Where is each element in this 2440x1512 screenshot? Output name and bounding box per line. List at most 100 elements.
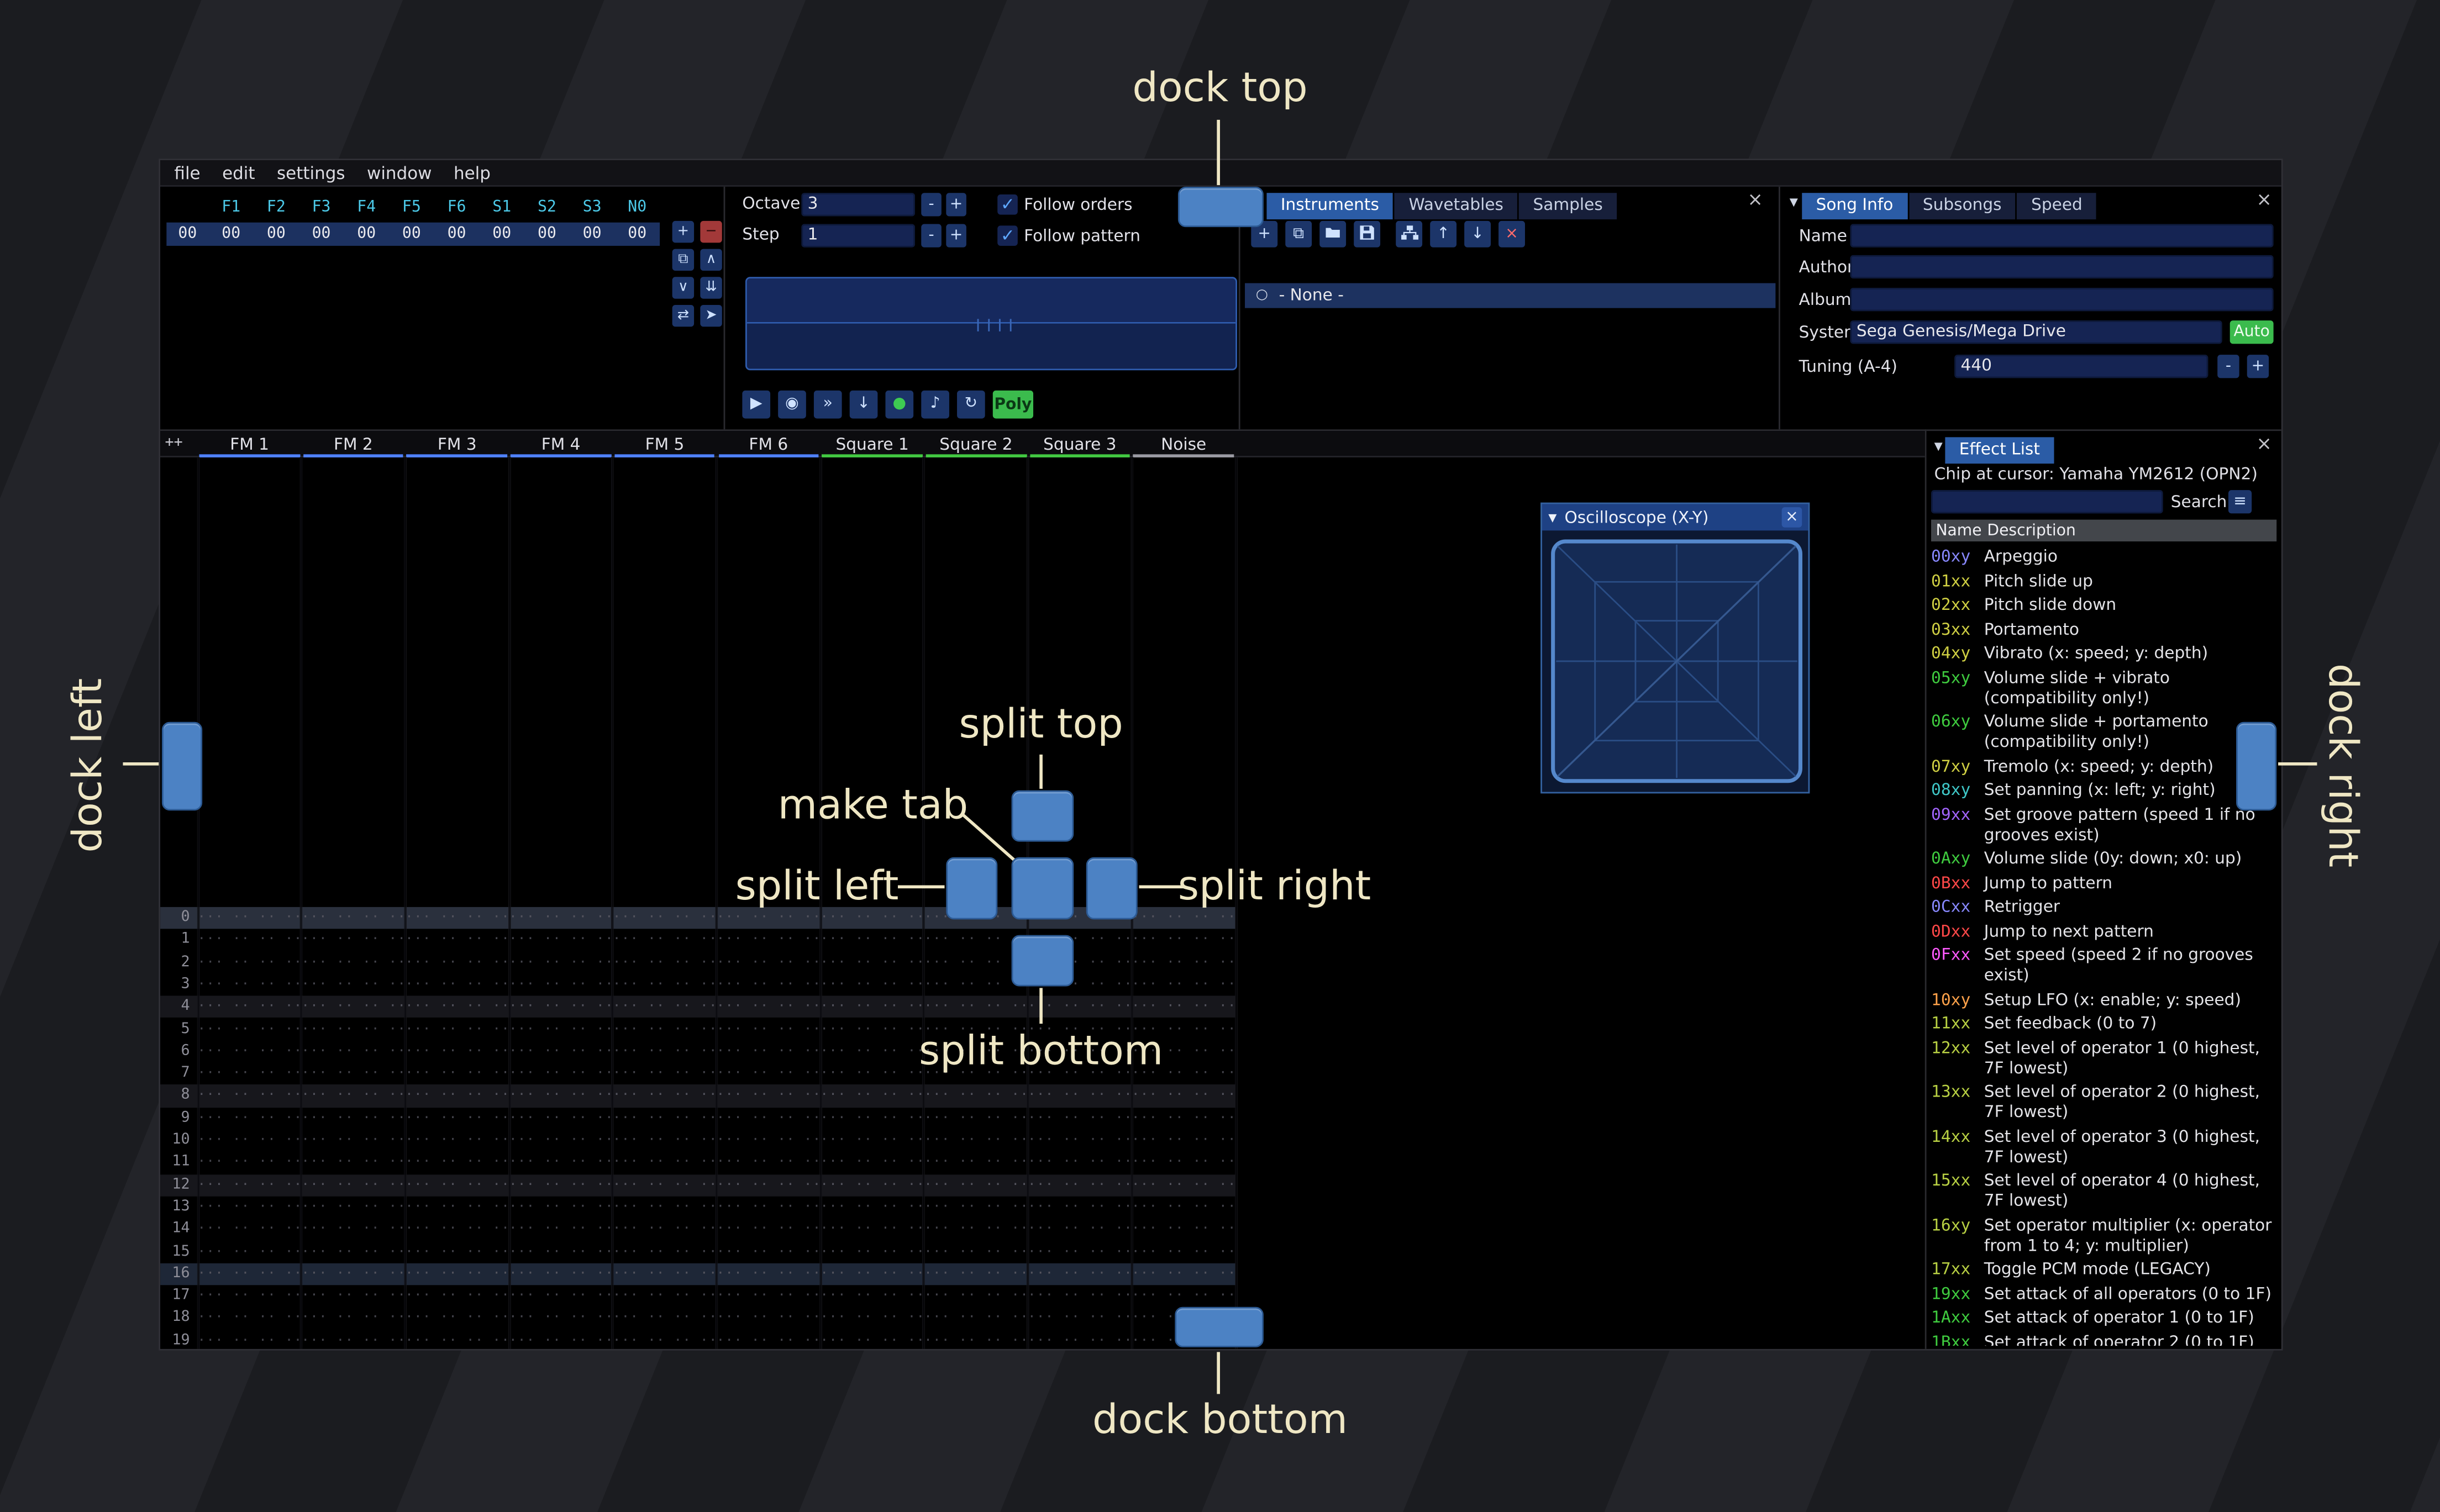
- pattern-cell[interactable]: ··· ·· ·· ····: [198, 1263, 302, 1285]
- menu-item-window[interactable]: window: [356, 162, 443, 183]
- order-cell[interactable]: 00: [570, 223, 615, 245]
- pattern-cell[interactable]: ··· ·· ·· ····: [301, 1219, 405, 1241]
- pattern-cell[interactable]: ··· ·· ·· ····: [821, 1107, 924, 1129]
- effect-row[interactable]: 14xx Set level of operator 3 (0 highest, …: [1931, 1127, 2278, 1167]
- pattern-cell[interactable]: ··· ·· ·· ····: [821, 1241, 924, 1263]
- pattern-cell[interactable]: ··· ·· ·· ····: [613, 1308, 717, 1330]
- dock-right-target[interactable]: [2236, 721, 2277, 811]
- pattern-cell[interactable]: ··· ·· ·· ····: [717, 1018, 821, 1040]
- split-bottom-target[interactable]: [1011, 935, 1074, 987]
- order-column-f4[interactable]: F4: [344, 198, 389, 219]
- pattern-cell[interactable]: ··· ·· ·· ····: [924, 1085, 1028, 1107]
- pattern-row[interactable]: 15 ··· ·· ·· ·· ··· ·· ·· ·· ··· ·· ·· ·· ·· …: [160, 1241, 1235, 1263]
- step-input[interactable]: 1: [801, 224, 915, 247]
- pattern-cell[interactable]: ··· ·· ·· ····: [509, 1018, 613, 1040]
- pattern-cell[interactable]: ··· ·· ·· ····: [509, 1263, 613, 1285]
- pattern-cell[interactable]: ··· ·· ·· ····: [1132, 1130, 1235, 1152]
- pattern-cell[interactable]: ··· ·· ·· ····: [1028, 1196, 1132, 1218]
- play-button[interactable]: ▶: [742, 390, 771, 419]
- instrument-list-item[interactable]: ○ - None -: [1245, 283, 1776, 308]
- pattern-cell[interactable]: ··· ·· ·· ····: [509, 996, 613, 1018]
- pattern-cell[interactable]: ··· ·· ·· ····: [613, 1063, 717, 1085]
- pattern-cell[interactable]: ··· ·· ·· ····: [301, 1152, 405, 1174]
- channel-header-fm-3[interactable]: FM 3: [405, 431, 509, 457]
- pattern-cell[interactable]: ··· ·· ·· ····: [717, 1286, 821, 1308]
- effect-row[interactable]: 05xy Volume slide + vibrato (compatibilit…: [1931, 668, 2278, 709]
- effect-row[interactable]: 0Cxx Retrigger: [1931, 898, 2278, 918]
- song-info-collapse-icon[interactable]: ▼: [1790, 196, 1798, 209]
- pattern-cell[interactable]: ··· ·· ·· ····: [613, 1130, 717, 1152]
- pattern-cell[interactable]: ··· ·· ·· ····: [405, 929, 509, 951]
- pattern-cell[interactable]: ··· ·· ·· ····: [717, 1107, 821, 1129]
- delete-instrument-button[interactable]: ×: [1498, 220, 1525, 247]
- effect-row[interactable]: 17xx Toggle PCM mode (LEGACY): [1931, 1260, 2278, 1281]
- pattern-row[interactable]: 13 ··· ·· ·· ·· ··· ·· ·· ·· ··· ·· ·· ·· ·· …: [160, 1196, 1235, 1218]
- pattern-cell[interactable]: ··· ·· ·· ····: [509, 1308, 613, 1330]
- pattern-cell[interactable]: ··· ·· ·· ····: [198, 1286, 302, 1308]
- pattern-cell[interactable]: ··· ·· ·· ····: [509, 1152, 613, 1174]
- pattern-cell[interactable]: ··· ·· ·· ····: [821, 1219, 924, 1241]
- pattern-cell[interactable]: ··· ·· ·· ····: [821, 1330, 924, 1349]
- pattern-cell[interactable]: ··· ·· ·· ····: [405, 1041, 509, 1063]
- pattern-cell[interactable]: ··· ·· ·· ····: [717, 1241, 821, 1263]
- duplicate-order-end-button[interactable]: ⇊: [700, 277, 722, 299]
- tab-wavetables[interactable]: Wavetables: [1395, 192, 1518, 219]
- orders-row[interactable]: 00 00 00 00 00 00 00 00 00 00 00: [166, 222, 660, 246]
- pattern-row[interactable]: 9 ··· ·· ·· ·· ··· ·· ·· ·· ··· ·· ·· ·· ·· ·…: [160, 1107, 1235, 1129]
- pattern-row[interactable]: 19 ··· ·· ·· ·· ··· ·· ·· ·· ··· ·· ·· ·· ·· …: [160, 1330, 1235, 1349]
- pattern-row[interactable]: 11 ··· ·· ·· ·· ··· ·· ·· ·· ··· ·· ·· ·· ·· …: [160, 1152, 1235, 1174]
- order-column-f2[interactable]: F2: [254, 198, 299, 219]
- pattern-cell[interactable]: ··· ·· ·· ····: [1132, 907, 1235, 929]
- effect-row[interactable]: 08xy Set panning (x: left; y: right): [1931, 781, 2278, 802]
- pattern-cell[interactable]: ··· ·· ·· ····: [613, 1196, 717, 1218]
- channel-header-noise[interactable]: Noise: [1132, 431, 1235, 457]
- pattern-cell[interactable]: ··· ·· ·· ····: [198, 1018, 302, 1040]
- order-cell[interactable]: 00: [389, 223, 434, 245]
- pattern-cell[interactable]: ··· ·· ·· ····: [821, 929, 924, 951]
- pattern-row[interactable]: 17 ··· ·· ·· ·· ··· ·· ·· ·· ··· ·· ·· ·· ·· …: [160, 1286, 1235, 1308]
- pattern-cell[interactable]: ··· ·· ·· ····: [717, 951, 821, 973]
- tab-speed[interactable]: Speed: [2017, 192, 2097, 219]
- order-cell[interactable]: 00: [299, 223, 344, 245]
- effect-row[interactable]: 1Axx Set attack of operator 1 (0 to 1F): [1931, 1309, 2278, 1329]
- pattern-cell[interactable]: ··· ·· ·· ····: [405, 1063, 509, 1085]
- pattern-cell[interactable]: ··· ·· ·· ····: [613, 929, 717, 951]
- pattern-cell[interactable]: ··· ·· ·· ····: [1132, 1107, 1235, 1129]
- pattern-cell[interactable]: ··· ·· ·· ····: [717, 1063, 821, 1085]
- menu-item-edit[interactable]: edit: [211, 162, 266, 183]
- pattern-cell[interactable]: ··· ·· ·· ····: [717, 1263, 821, 1285]
- effect-row[interactable]: 10xy Setup LFO (x: enable; y: speed): [1931, 991, 2278, 1011]
- pattern-cell[interactable]: ··· ·· ·· ····: [1028, 996, 1132, 1018]
- system-field[interactable]: Sega Genesis/Mega Drive: [1850, 320, 2222, 344]
- pattern-row[interactable]: 16 ··· ·· ·· ·· ··· ·· ·· ·· ··· ·· ·· ·· ·· …: [160, 1263, 1236, 1286]
- pattern-cell[interactable]: ··· ·· ·· ····: [405, 1018, 509, 1040]
- pattern-cell[interactable]: ··· ·· ·· ····: [717, 1196, 821, 1218]
- order-cell[interactable]: 00: [208, 223, 254, 245]
- pattern-cell[interactable]: ··· ·· ·· ····: [509, 1041, 613, 1063]
- pattern-cell[interactable]: ··· ·· ·· ····: [405, 974, 509, 996]
- pattern-cell[interactable]: ··· ·· ·· ····: [1028, 1174, 1132, 1196]
- effect-row[interactable]: 02xx Pitch slide down: [1931, 596, 2278, 617]
- pattern-cell[interactable]: ··· ·· ·· ····: [405, 1174, 509, 1196]
- pattern-cell[interactable]: ··· ·· ·· ····: [821, 996, 924, 1018]
- pattern-cell[interactable]: ··· ·· ·· ····: [198, 1152, 302, 1174]
- pattern-cell[interactable]: ··· ·· ·· ····: [1028, 1286, 1132, 1308]
- pattern-cell[interactable]: ··· ·· ·· ····: [198, 996, 302, 1018]
- pattern-cell[interactable]: ··· ·· ·· ····: [301, 1174, 405, 1196]
- pattern-cell[interactable]: ··· ·· ·· ····: [301, 951, 405, 973]
- order-change-mode-button[interactable]: ⇄: [672, 304, 695, 327]
- effect-list-menu-button[interactable]: ≡: [2228, 490, 2252, 514]
- channel-header-square-3[interactable]: Square 3: [1028, 431, 1132, 457]
- pattern-cell[interactable]: ··· ·· ·· ····: [717, 996, 821, 1018]
- pattern-cell[interactable]: ··· ·· ·· ····: [405, 907, 509, 929]
- order-cell[interactable]: 00: [344, 223, 389, 245]
- song-info-close-icon[interactable]: ×: [2256, 189, 2271, 210]
- step-increase-button[interactable]: +: [946, 224, 966, 247]
- pattern-cell[interactable]: ··· ·· ·· ····: [198, 1308, 302, 1330]
- pattern-cell[interactable]: ··· ·· ·· ····: [405, 1308, 509, 1330]
- pattern-cell[interactable]: ··· ·· ·· ····: [198, 1330, 302, 1349]
- remove-order-button[interactable]: −: [700, 220, 722, 243]
- pattern-cell[interactable]: ··· ·· ·· ····: [1132, 1152, 1235, 1174]
- pattern-cell[interactable]: ··· ·· ·· ····: [924, 1263, 1028, 1285]
- clone-instrument-button[interactable]: ⧉: [1285, 220, 1312, 247]
